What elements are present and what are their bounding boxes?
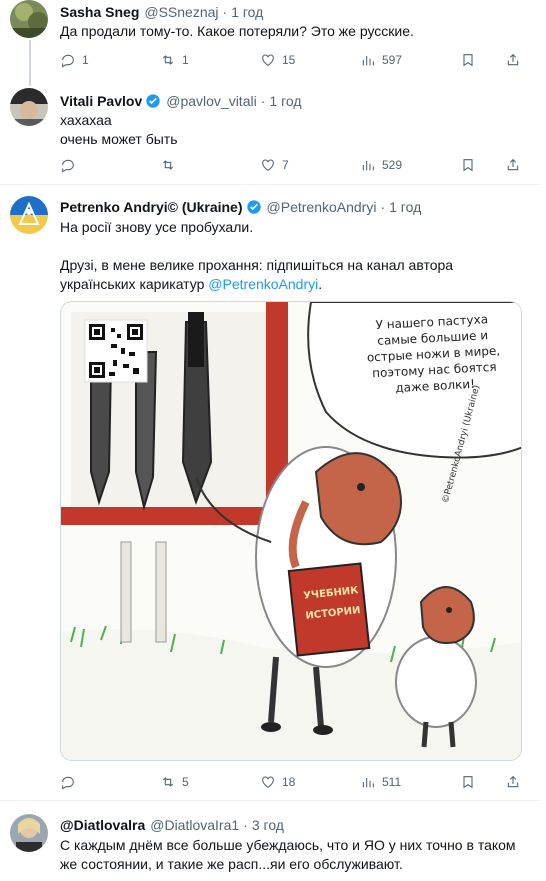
avatar-vitali-pavlov[interactable] (10, 88, 48, 126)
timestamp[interactable]: 1 год (231, 3, 263, 21)
repost-count: 5 (182, 775, 189, 789)
repost-icon (162, 160, 174, 170)
action-bar: 1 1 15 597 (60, 52, 520, 70)
like-button[interactable]: 15 (260, 52, 295, 68)
author-handle[interactable]: @pavlov_vitali (166, 92, 256, 110)
verified-icon (146, 94, 160, 108)
repost-icon (162, 55, 174, 65)
mention-link[interactable]: @PetrenkoAndryi (208, 276, 318, 292)
like-icon (262, 776, 274, 788)
speech-bubble-text: У нашего пастуха самые большие и острые … (349, 310, 518, 399)
separator-dot: · (260, 93, 266, 109)
tweet-header: Sasha Sneg @SSneznaj · 1 год (60, 3, 263, 21)
timestamp[interactable]: 3 год (252, 816, 284, 834)
views-icon (362, 778, 374, 788)
tweet-text-period: . (318, 276, 323, 292)
reply-icon (62, 159, 74, 173)
tweet-image[interactable]: У нашего пастуха самые большие и острые … (60, 301, 522, 761)
share-button[interactable] (505, 774, 521, 790)
separator-dot: · (380, 199, 386, 215)
like-button[interactable]: 7 (260, 157, 289, 173)
like-count: 7 (282, 158, 289, 172)
share-button[interactable] (505, 52, 521, 68)
tweet-petrenko-andryi[interactable]: Petrenko Andryi© (Ukraine) @PetrenkoAndr… (0, 186, 540, 796)
separator-dot: · (222, 4, 228, 20)
views-count: 529 (382, 158, 403, 172)
reply-icon (62, 54, 74, 68)
repost-button[interactable] (160, 157, 176, 173)
reply-icon (62, 776, 74, 790)
tweet-text: С каждым днём все больше убеждаюсь, что … (60, 836, 535, 874)
tweet-header: Vitali Pavlov @pavlov_vitali · 1 год (60, 92, 302, 110)
qr-code (84, 319, 148, 383)
share-icon (507, 775, 519, 788)
bookmark-icon (463, 776, 473, 789)
tweet-text-line: очень может быть (60, 131, 178, 147)
like-button[interactable]: 18 (260, 774, 295, 790)
like-icon (262, 54, 274, 66)
repost-button[interactable]: 5 (160, 774, 189, 790)
author-name[interactable]: Vitali Pavlov (60, 92, 142, 110)
share-button[interactable] (505, 157, 521, 173)
tweet-header: Petrenko Andryi© (Ukraine) @PetrenkoAndr… (60, 198, 421, 216)
views-button[interactable]: 529 (360, 157, 402, 173)
bookmark-button[interactable] (460, 157, 476, 173)
tweet-text: На росії знову усе пробухали. Друзі, в м… (60, 218, 530, 294)
reply-button[interactable]: 1 (60, 52, 89, 68)
author-handle[interactable]: @PetrenkoAndryi (267, 198, 377, 216)
tweet-text-line: хахахаа (60, 112, 112, 128)
author-name[interactable]: Petrenko Andryi© (Ukraine) (60, 198, 243, 216)
reply-count: 1 (82, 53, 89, 67)
views-icon (362, 161, 374, 171)
tweet-text: Да продали тому-то. Какое потеряли? Это … (60, 23, 414, 39)
repost-icon (162, 777, 174, 787)
like-icon (262, 159, 274, 171)
tweet-text-line: же состоянии, и такие же расп...яи его о… (60, 856, 403, 872)
repost-count: 1 (182, 53, 189, 67)
action-bar: 7 529 (60, 157, 520, 175)
like-count: 15 (282, 53, 296, 67)
avatar-petrenko-andryi[interactable] (10, 196, 48, 234)
tweet-text: хахахаа очень может быть (60, 111, 178, 149)
like-count: 18 (282, 775, 296, 789)
tweet-sasha-sneg[interactable]: Sasha Sneg @SSneznaj · 1 год Да продали … (0, 0, 540, 86)
tweet-vitali-pavlov[interactable]: Vitali Pavlov @pavlov_vitali · 1 год хах… (0, 86, 540, 180)
avatar-diatlovaira[interactable] (10, 814, 48, 852)
separator-dot: · (243, 817, 248, 833)
bookmark-icon (463, 54, 473, 67)
tweet-header: @Diatlovalra @DiatlovaIra1 · 3 год (60, 816, 284, 834)
share-icon (507, 158, 519, 171)
avatar-sasha-sneg[interactable] (10, 0, 48, 38)
author-name[interactable]: Sasha Sneg (60, 3, 139, 21)
tweet-text-line: С каждым днём все больше убеждаюсь, что … (60, 837, 516, 853)
tweet-text-paragraph: Друзі, в мене велике прохання: підпишіть… (60, 256, 530, 294)
action-bar: 5 18 511 (60, 774, 520, 792)
timestamp[interactable]: 1 год (389, 198, 421, 216)
views-button[interactable]: 597 (360, 52, 402, 68)
bookmark-button[interactable] (460, 52, 476, 68)
share-icon (507, 53, 519, 66)
views-button[interactable]: 511 (360, 774, 401, 790)
author-handle[interactable]: @DiatlovaIra1 (150, 816, 239, 834)
divider (0, 184, 540, 185)
reply-button[interactable] (60, 157, 76, 173)
tweet-diatlovaira[interactable]: @Diatlovalra @DiatlovaIra1 · 3 год С каж… (0, 802, 540, 881)
verified-icon (246, 200, 261, 214)
author-handle[interactable]: @SSneznaj (144, 3, 218, 21)
bookmark-icon (463, 159, 473, 172)
views-count: 511 (382, 775, 402, 789)
author-name[interactable]: @Diatlovalra (60, 816, 145, 834)
book-title: УЧЕБНИК ИСТОРИИ (295, 580, 369, 627)
repost-button[interactable]: 1 (160, 52, 189, 68)
views-count: 597 (382, 53, 403, 67)
bookmark-button[interactable] (460, 774, 476, 790)
reply-button[interactable] (60, 774, 76, 790)
tweet-text-line: На росії знову усе пробухали. (60, 219, 254, 235)
divider (0, 800, 540, 801)
thread-line (29, 40, 31, 86)
views-icon (362, 56, 374, 66)
timestamp[interactable]: 1 год (269, 92, 301, 110)
